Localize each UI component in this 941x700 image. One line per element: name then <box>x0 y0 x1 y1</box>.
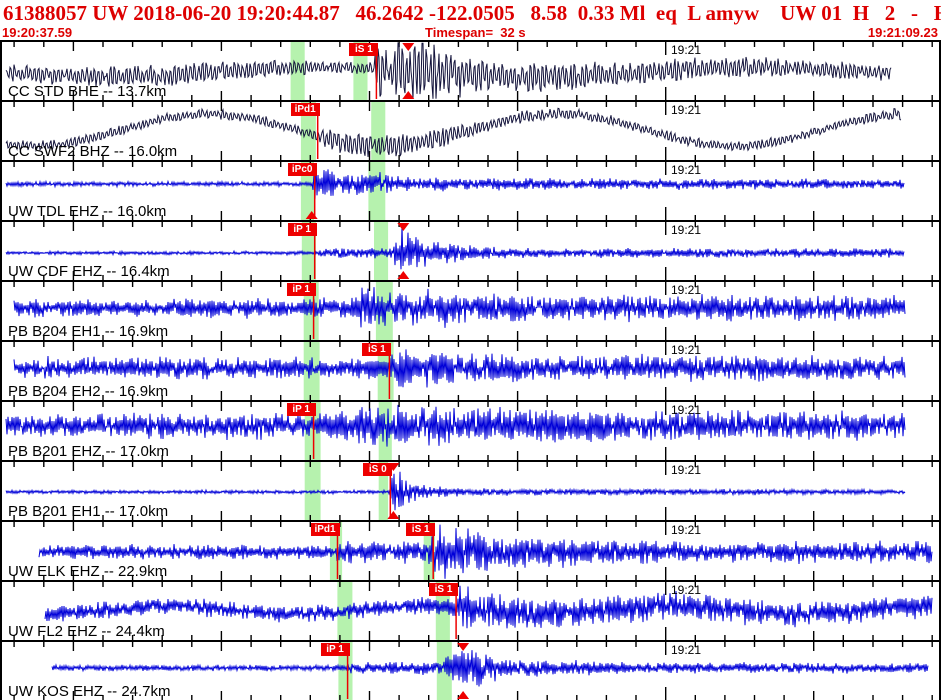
seismogram-trace <box>5 42 892 99</box>
waveform[interactable] <box>2 222 939 280</box>
trace-row[interactable]: 19:21 iP 1 UW KOS EHZ -- 24.7km <box>2 642 939 700</box>
seismogram-trace <box>13 349 906 388</box>
waveform[interactable] <box>2 522 939 580</box>
trace-row[interactable]: 19:21 iP 1 PB B204 EH1 -- 16.9km <box>2 282 939 342</box>
waveform[interactable] <box>2 642 939 700</box>
seismogram-trace <box>5 165 905 200</box>
waveform[interactable] <box>2 102 939 160</box>
seismogram-trace <box>44 585 933 629</box>
trace-row[interactable]: 19:21 iPd1 iS 1 UW ELK EHZ -- 22.9km <box>2 522 939 582</box>
seismogram-trace <box>5 471 906 511</box>
pick-flag[interactable]: iS 1 <box>429 583 459 596</box>
pick-flag[interactable]: iP 1 <box>287 223 317 236</box>
pick-flag[interactable]: iS 1 <box>349 43 379 56</box>
event-summary-line: 61388057 UW 2018-06-20 19:20:44.87 46.26… <box>3 1 941 25</box>
seismogram-trace <box>5 107 902 157</box>
trace-row[interactable]: 19:21 iP 1 UW CDF EHZ -- 16.4km <box>2 222 939 282</box>
trace-row[interactable]: 19:21 iPc0 UW TDL EHZ -- 16.0km <box>2 162 939 222</box>
seismogram-trace <box>51 650 929 687</box>
trace-row[interactable]: 19:21 iS 0 PB B201 EH1 -- 17.0km <box>2 462 939 522</box>
trace-row[interactable]: 19:21 iS 1 CC STD BHE -- 13.7km <box>2 42 939 102</box>
waveform[interactable] <box>2 282 939 340</box>
waveform[interactable] <box>2 582 939 640</box>
pick-flag[interactable]: iP 1 <box>286 403 316 416</box>
pick-flag[interactable]: iS 1 <box>362 343 392 356</box>
trace-row[interactable]: 19:21 iP 1 PB B201 EHZ -- 17.0km <box>2 402 939 462</box>
trace-list: 19:21 iS 1 CC STD BHE -- 13.7km 19:21 iPd1 CC… <box>0 40 941 700</box>
time-ticks <box>13 162 933 220</box>
amplitude-marker-bottom <box>387 511 400 519</box>
timespan-label: Timespan= 32 s <box>425 25 526 40</box>
trace-row[interactable]: 19:21 iS 1 PB B204 EH2 -- 16.9km <box>2 342 939 402</box>
trace-row[interactable]: 19:21 iPd1 CC SWF2 BHZ -- 16.0km <box>2 102 939 162</box>
pick-flag[interactable]: iP 1 <box>286 283 316 296</box>
window-end-time: 19:21:09.23 <box>867 25 938 40</box>
seismogram-trace <box>38 524 933 579</box>
window-start-time: 19:20:37.59 <box>2 25 73 40</box>
trace-row[interactable]: 19:21 iS 1 UW FL2 EHZ -- 24.4km <box>2 582 939 642</box>
seismogram-trace <box>5 404 906 447</box>
waveform-viewer-window: 61388057 UW 2018-06-20 19:20:44.87 46.26… <box>0 0 941 700</box>
waveform[interactable] <box>2 162 939 220</box>
pick-flag[interactable]: iS 0 <box>363 463 393 476</box>
pick-flag[interactable]: iPd1 <box>310 523 340 536</box>
seismogram-trace <box>13 287 906 328</box>
seismogram-trace <box>5 224 905 270</box>
pick-flag[interactable]: iP 1 <box>320 643 350 656</box>
waveform[interactable] <box>2 402 939 460</box>
waveform[interactable] <box>2 462 939 520</box>
pick-flag[interactable]: iPd1 <box>290 103 320 116</box>
pick-flag[interactable]: iPc0 <box>287 163 317 176</box>
pick-window-band <box>371 102 386 160</box>
pick-flag[interactable]: iS 1 <box>406 523 436 536</box>
waveform[interactable] <box>2 342 939 400</box>
event-header: 61388057 UW 2018-06-20 19:20:44.87 46.26… <box>0 0 941 40</box>
waveform[interactable] <box>2 42 939 100</box>
amplitude-marker-top <box>402 43 415 51</box>
